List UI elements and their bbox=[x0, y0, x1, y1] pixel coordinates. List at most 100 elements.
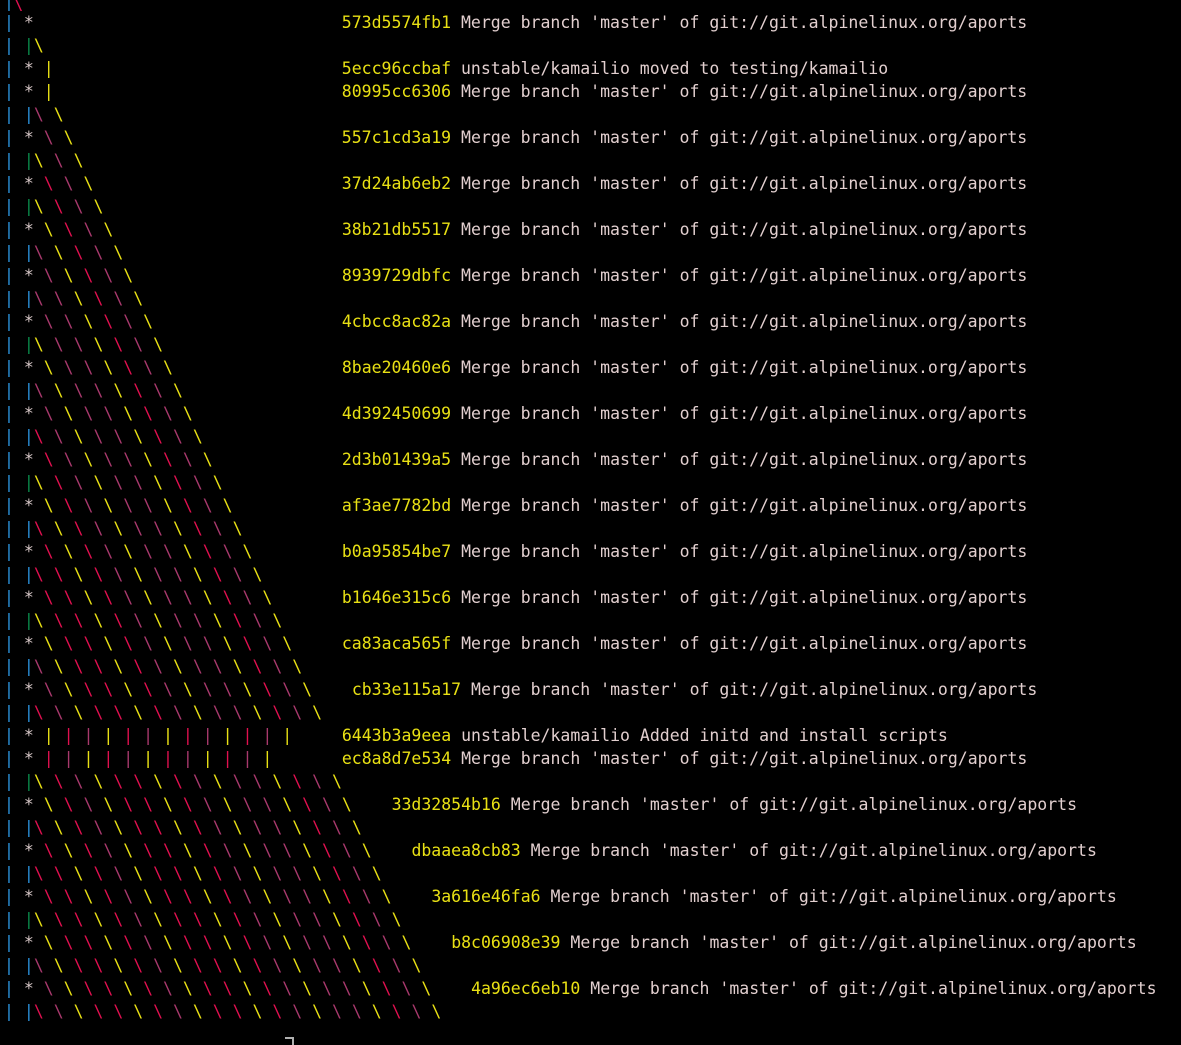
graph-glyph: \ bbox=[232, 818, 243, 837]
graph-glyph bbox=[143, 565, 153, 584]
graph-glyph: \ bbox=[113, 381, 124, 400]
graph-glyph bbox=[74, 542, 84, 561]
graph-glyph: \ bbox=[292, 910, 303, 929]
commit-hash[interactable]: 38b21db5517 bbox=[342, 220, 451, 239]
graph-glyph: | bbox=[4, 634, 14, 653]
commit-hash[interactable]: 2d3b01439a5 bbox=[342, 450, 451, 469]
graph-glyph bbox=[153, 680, 163, 699]
graph-glyph bbox=[372, 933, 382, 952]
graph-glyph bbox=[123, 335, 133, 354]
graph-glyph bbox=[113, 312, 123, 331]
graph-glyph bbox=[14, 496, 24, 515]
graph-glyph bbox=[123, 1002, 133, 1021]
graph-glyph: | bbox=[4, 381, 14, 400]
graph-glyph: \ bbox=[212, 611, 223, 630]
graph-glyph bbox=[372, 979, 382, 998]
graph-glyph bbox=[252, 680, 262, 699]
commit-message: Merge branch 'master' of git://git.alpin… bbox=[451, 82, 1028, 101]
graph-glyph: \ bbox=[73, 565, 84, 584]
graph-glyph: | bbox=[4, 496, 14, 515]
graph-glyph: \ bbox=[172, 381, 183, 400]
graph-row: | |\ \ \ \ \ \ \ \ \ \ \ \ \ \ bbox=[0, 655, 1181, 678]
graph-glyph bbox=[103, 381, 113, 400]
commit-hash[interactable]: 5ecc96ccbaf bbox=[342, 59, 451, 78]
graph-glyph: \ bbox=[73, 243, 84, 262]
commit-hash[interactable]: 37d24ab6eb2 bbox=[342, 174, 451, 193]
graph-glyph bbox=[64, 473, 74, 492]
graph-glyph bbox=[243, 772, 253, 791]
commit-hash[interactable]: 4cbcc8ac82a bbox=[342, 312, 451, 331]
commit-hash[interactable]: 80995cc6306 bbox=[342, 82, 451, 101]
commit-hash[interactable]: ca83aca565f bbox=[342, 634, 451, 653]
commit-hash[interactable]: 8bae20460e6 bbox=[342, 358, 451, 377]
commit-hash[interactable]: af3ae7782bd bbox=[342, 496, 451, 515]
graph-glyph bbox=[193, 542, 203, 561]
graph-glyph: \ bbox=[232, 657, 243, 676]
graph-glyph: \ bbox=[163, 542, 173, 561]
graph-glyph: \ bbox=[153, 910, 163, 929]
graph-glyph bbox=[34, 82, 44, 101]
graph-glyph bbox=[113, 450, 123, 469]
commit-row: | * | 5ecc96ccbaf unstable/kamailio move… bbox=[0, 57, 1181, 80]
graph-glyph: | bbox=[23, 335, 34, 354]
graph-glyph: | bbox=[4, 818, 14, 837]
commit-hash[interactable]: 4a96ec6eb10 bbox=[471, 979, 580, 998]
graph-glyph: \ bbox=[93, 197, 104, 216]
graph-glyph: \ bbox=[133, 289, 144, 308]
graph-glyph: \ bbox=[113, 1002, 124, 1021]
commit-hash[interactable]: 33d32854b16 bbox=[392, 795, 501, 814]
commit-row: | * \ \ \ \ 38b21db5517 Merge branch 'ma… bbox=[0, 218, 1181, 241]
graph-glyph: \ bbox=[43, 887, 54, 906]
graph-glyph bbox=[123, 956, 133, 975]
graph-glyph: \ bbox=[381, 887, 392, 906]
graph-glyph: \ bbox=[282, 933, 293, 952]
commit-hash[interactable]: 3a616e46fa6 bbox=[431, 887, 540, 906]
graph-glyph: \ bbox=[192, 473, 203, 492]
graph-glyph: \ bbox=[93, 381, 104, 400]
graph-glyph: \ bbox=[322, 979, 332, 998]
graph-glyph: \ bbox=[242, 680, 253, 699]
graph-glyph: \ bbox=[242, 795, 253, 814]
commit-message: Merge branch 'master' of git://git.alpin… bbox=[451, 588, 1028, 607]
graph-glyph: \ bbox=[272, 818, 283, 837]
graph-glyph bbox=[153, 634, 163, 653]
terminal-window[interactable]: |\ | * 573d5574fb1 Merge branch 'master' … bbox=[0, 0, 1181, 1045]
commit-hash[interactable]: ec8a8d7e534 bbox=[342, 749, 451, 768]
graph-glyph bbox=[44, 818, 54, 837]
graph-glyph bbox=[183, 703, 193, 722]
graph-glyph: \ bbox=[33, 427, 44, 446]
graph-row: | |\ \ \ \ \ \ \ \ \ \ \ \ \ \ \ \ \ \ \ bbox=[0, 908, 1181, 931]
commit-hash[interactable]: 557c1cd3a19 bbox=[342, 128, 451, 147]
commit-hash[interactable]: b1646e315c6 bbox=[342, 588, 451, 607]
commit-hash[interactable]: cb33e115a17 bbox=[352, 680, 461, 699]
graph-glyph bbox=[213, 841, 223, 860]
graph-glyph: \ bbox=[322, 795, 332, 814]
graph-glyph: \ bbox=[133, 427, 144, 446]
graph-glyph: \ bbox=[53, 473, 64, 492]
graph-glyph: | bbox=[23, 772, 34, 791]
graph-glyph bbox=[223, 657, 233, 676]
graph-glyph bbox=[262, 611, 272, 630]
graph-glyph bbox=[233, 795, 243, 814]
commit-hash[interactable]: 8939729dbfc bbox=[342, 266, 451, 285]
graph-glyph: \ bbox=[172, 473, 183, 492]
commit-message: Merge branch 'master' of git://git.alpin… bbox=[451, 634, 1028, 653]
graph-glyph bbox=[64, 1002, 74, 1021]
commit-hash[interactable]: dbaaea8cb83 bbox=[411, 841, 520, 860]
graph-glyph: \ bbox=[53, 956, 64, 975]
commit-hash[interactable]: 573d5574fb1 bbox=[342, 13, 451, 32]
graph-glyph: \ bbox=[163, 795, 173, 814]
graph-glyph: \ bbox=[33, 1002, 44, 1021]
commit-hash[interactable]: 6443b3a9eea bbox=[342, 726, 451, 745]
commit-hash[interactable]: b8c06908e39 bbox=[451, 933, 560, 952]
graph-glyph: | bbox=[23, 243, 34, 262]
graph-glyph bbox=[421, 1002, 431, 1021]
graph-glyph: \ bbox=[133, 956, 144, 975]
commit-hash[interactable]: 4d392450699 bbox=[342, 404, 451, 423]
graph-glyph: \ bbox=[312, 818, 322, 837]
commit-message: Merge branch 'master' of git://git.alpin… bbox=[451, 542, 1028, 561]
graph-glyph bbox=[252, 795, 262, 814]
graph-glyph bbox=[34, 59, 44, 78]
commit-hash[interactable]: b0a95854be7 bbox=[342, 542, 451, 561]
commit-row: | * \ \ 557c1cd3a19 Merge branch 'master… bbox=[0, 126, 1181, 149]
